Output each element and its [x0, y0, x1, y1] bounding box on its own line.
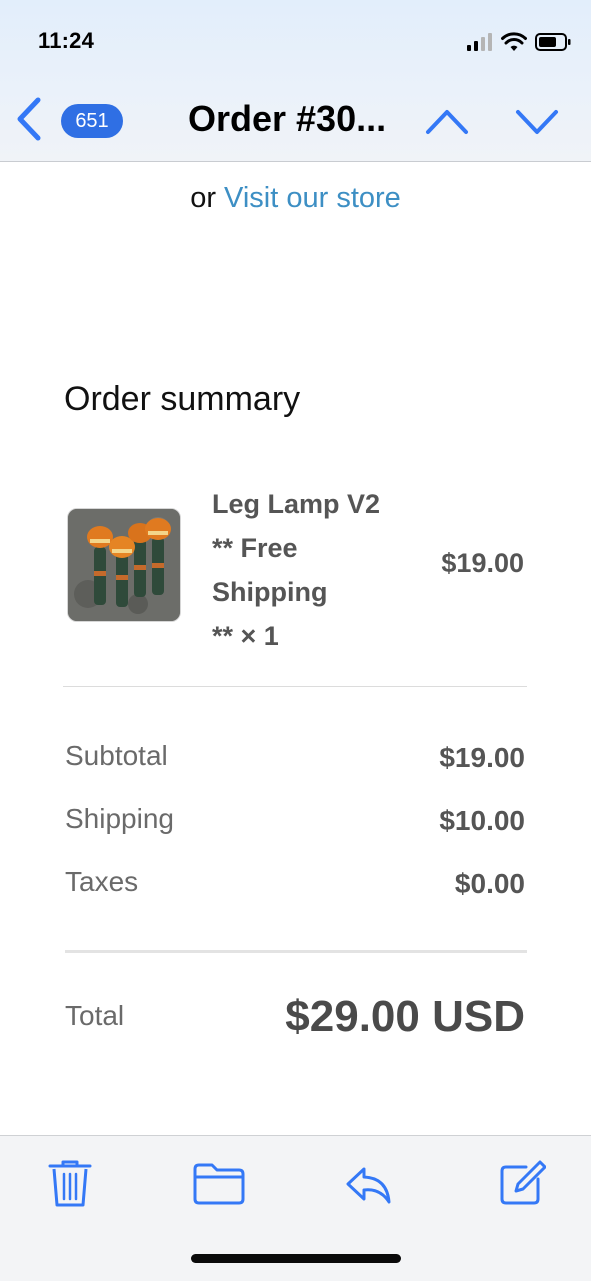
product-thumbnail-graphic — [68, 509, 180, 621]
subtotal-value: $19.00 — [439, 742, 525, 773]
divider — [65, 950, 527, 953]
item-price: $19.00 — [441, 548, 524, 578]
unread-count-badge[interactable]: 651 — [61, 104, 123, 138]
trash-icon[interactable] — [46, 1157, 94, 1209]
home-indicator[interactable] — [191, 1254, 401, 1263]
visit-prefix: or — [190, 182, 216, 214]
email-subject-title: Order #30... — [188, 98, 387, 139]
previous-message-chevron-up-icon[interactable] — [424, 102, 470, 140]
shipping-value: $10.00 — [439, 805, 525, 836]
shipping-label: Shipping — [65, 803, 174, 834]
compose-icon[interactable] — [498, 1157, 546, 1209]
status-time: 11:24 — [38, 28, 95, 53]
cellular-signal-icon — [467, 33, 492, 51]
taxes-value: $0.00 — [454, 868, 525, 899]
back-chevron-icon[interactable] — [14, 96, 46, 142]
product-image — [67, 508, 181, 622]
visit-store-link[interactable]: Visit our store — [224, 182, 401, 214]
next-message-chevron-down-icon[interactable] — [514, 102, 560, 140]
folder-icon[interactable] — [192, 1157, 246, 1209]
item-name: Leg Lamp V2 ** Free Shipping ** × 1 — [212, 489, 381, 651]
divider — [63, 686, 527, 687]
total-label: Total — [65, 1000, 125, 1031]
taxes-label: Taxes — [65, 866, 139, 897]
reply-icon[interactable] — [344, 1157, 392, 1209]
status-icons — [467, 30, 571, 54]
wifi-icon — [501, 32, 527, 51]
visit-store-row: or Visit our store — [0, 182, 591, 215]
battery-icon — [535, 33, 571, 51]
total-value: $29.00 USD — [285, 992, 525, 1041]
subtotal-label: Subtotal — [65, 740, 168, 771]
order-summary-title: Order summary — [64, 380, 301, 418]
